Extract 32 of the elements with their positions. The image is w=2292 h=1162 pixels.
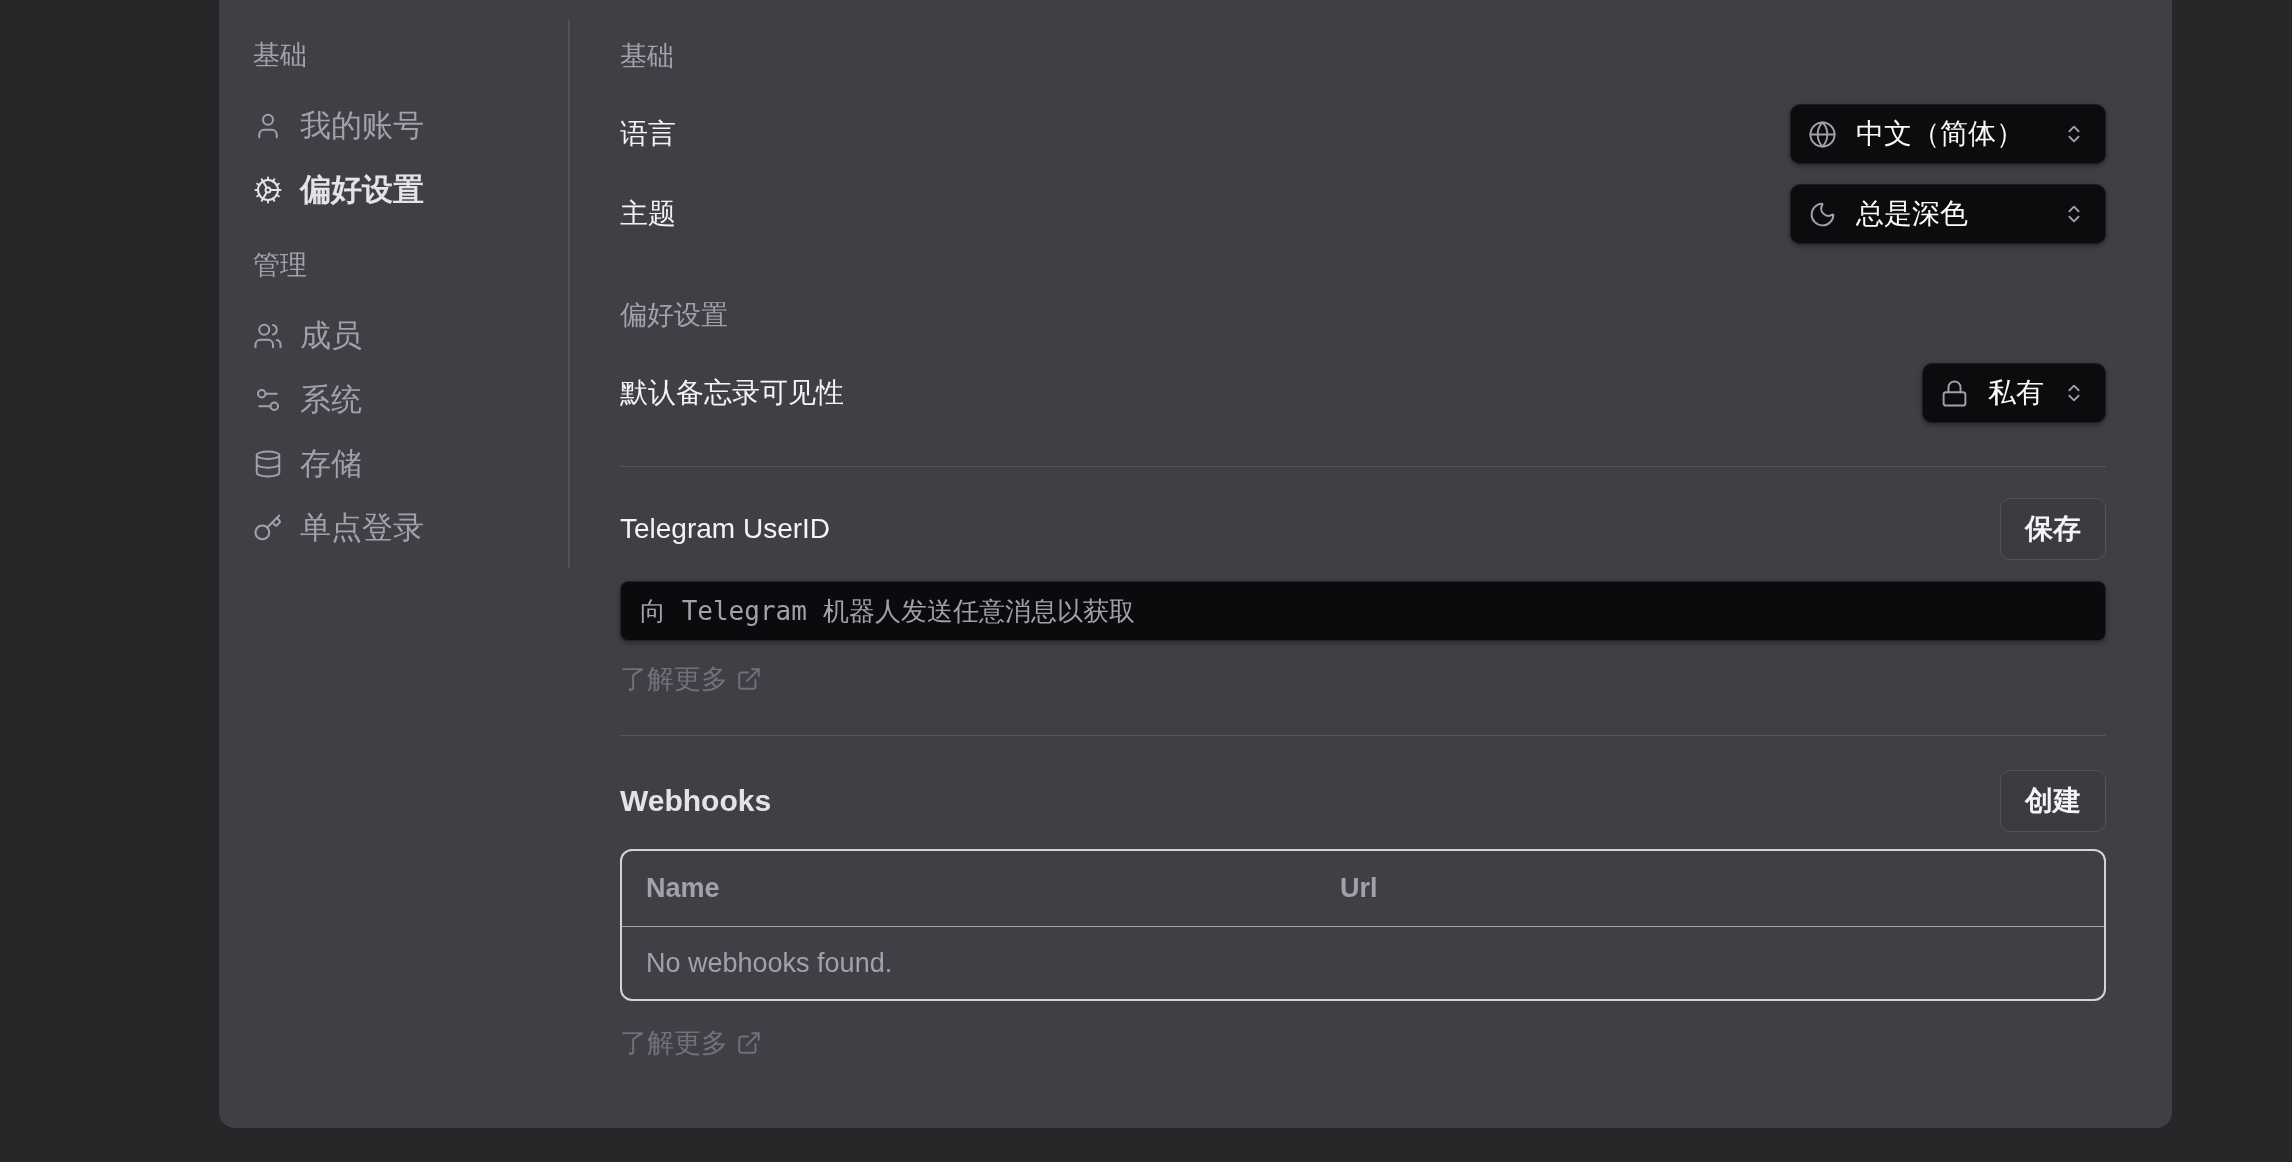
theme-select[interactable]: 总是深色 (1790, 184, 2106, 244)
save-button[interactable]: 保存 (2000, 498, 2106, 560)
users-icon (253, 321, 283, 351)
section-title: 偏好设置 (620, 299, 728, 332)
external-link-icon (736, 666, 762, 692)
setting-label: 语言 (620, 117, 676, 151)
language-select[interactable]: 中文（简体） (1790, 104, 2106, 164)
sidebar-item[interactable]: 系统 (253, 368, 362, 432)
globe-icon (1808, 119, 1837, 149)
sidebar-item[interactable]: 单点登录 (253, 496, 424, 560)
sidebar-item[interactable]: 我的账号 (253, 94, 424, 158)
external-link-icon (736, 1030, 762, 1056)
setting-label: 主题 (620, 197, 676, 231)
sidebar-item[interactable]: 存储 (253, 432, 362, 496)
telegram-userid-label: Telegram UserID (620, 513, 831, 545)
create-button[interactable]: 创建 (2000, 770, 2106, 832)
empty-table-message: No webhooks found. (646, 947, 893, 979)
sidebar-section-title: 基础 (253, 39, 307, 72)
key-icon (253, 513, 283, 543)
setting-label: 默认备忘录可见性 (620, 376, 844, 410)
gear-icon (253, 175, 283, 205)
webhooks-title: Webhooks (620, 784, 772, 818)
table-header-cell-text: Name (645, 873, 720, 904)
table-header-cell-text: Url (1339, 873, 1378, 904)
visibility-select[interactable]: 私有 (1922, 363, 2106, 423)
section-title: 基础 (620, 40, 674, 73)
database-icon (253, 449, 283, 479)
sidebar-section-title: 管理 (253, 249, 307, 282)
userid-input[interactable]: 向 Telegram 机器人发送任意消息以获取 (620, 581, 2106, 641)
lock-icon (1940, 378, 1969, 408)
sidebar-item[interactable]: 偏好设置 (253, 158, 424, 222)
sidebar-item[interactable]: 成员 (253, 304, 362, 368)
